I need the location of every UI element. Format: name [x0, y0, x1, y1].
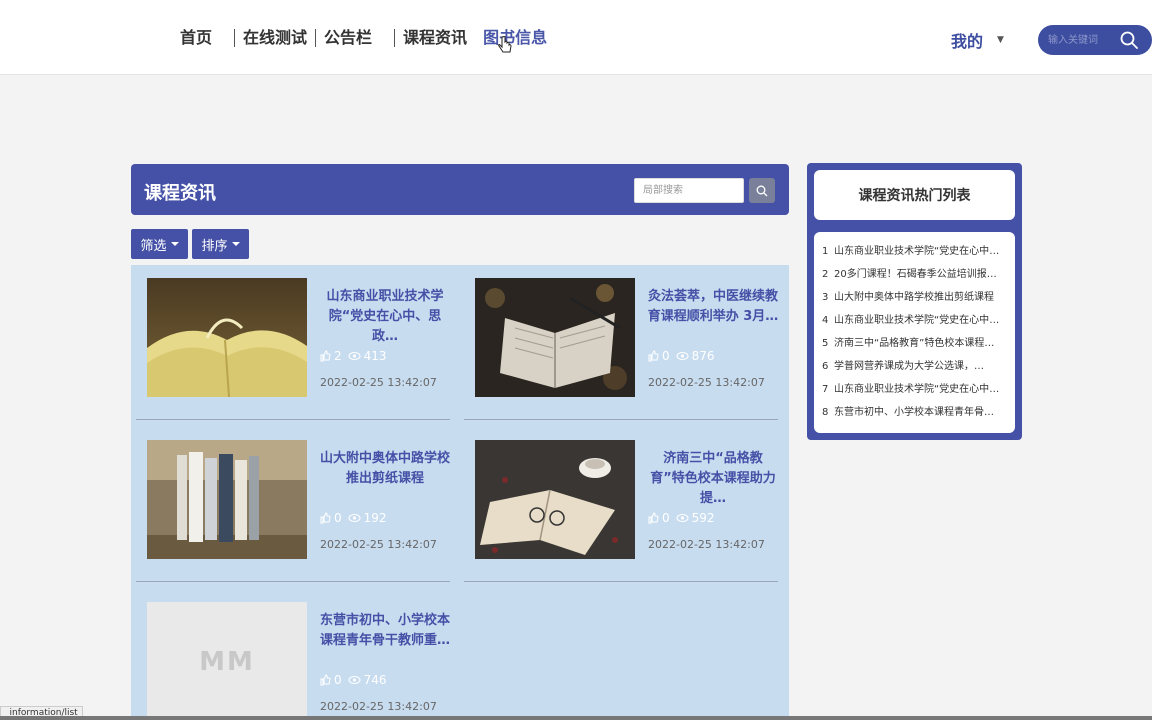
- panel-title: 课程资讯: [144, 183, 216, 204]
- eye-icon: [676, 352, 689, 360]
- hot-list-item[interactable]: 5 济南三中“品格教育”特色校本课程助力提…: [814, 332, 1015, 355]
- news-stats: 0 592: [647, 511, 715, 525]
- nav-home[interactable]: 首页: [172, 28, 220, 48]
- news-title[interactable]: 山大附中奥体中路学校推出剪纸课程: [319, 449, 451, 489]
- hot-item-number: 7: [822, 384, 829, 395]
- user-menu-label: 我的: [951, 32, 984, 51]
- hot-list-item[interactable]: 1 山东商业职业技术学院“党史在心中、思政…: [814, 240, 1015, 263]
- news-stats: 2 413: [319, 349, 387, 363]
- like-icon: [320, 674, 331, 686]
- news-card[interactable]: MM 东营市初中、小学校本课程青年骨干教师重… 0 746 2022-02-25…: [136, 589, 450, 720]
- hot-item-title[interactable]: 20多门课程！石碣春季公益培训报名开始: [834, 263, 1002, 286]
- filter-label: 筛选: [140, 238, 167, 254]
- eye-icon: [348, 514, 361, 522]
- news-list: 山东商业职业技术学院“党史在心中、思政… 2 413 2022-02-25 13…: [131, 265, 789, 720]
- hot-item-title[interactable]: 山东商业职业技术学院“党史在心中、思政…: [834, 240, 1002, 263]
- window-bottom-edge: [0, 716, 1152, 720]
- hot-item-title[interactable]: 学普网营养课成为大学公选课，…: [834, 355, 1002, 378]
- hot-item-title[interactable]: 山大附中奥体中路学校推出剪纸课程: [834, 286, 1002, 309]
- news-title[interactable]: 东营市初中、小学校本课程青年骨干教师重…: [319, 611, 451, 651]
- like-count: 0: [662, 511, 670, 525]
- hot-item-number: 3: [822, 292, 829, 303]
- search-icon[interactable]: [1120, 31, 1138, 49]
- news-date: 2022-02-25 13:42:07: [648, 538, 765, 551]
- news-date: 2022-02-25 13:42:07: [648, 376, 765, 389]
- search-icon: [756, 185, 768, 196]
- news-card[interactable]: 济南三中“品格教育”特色校本课程助力提… 0 592 2022-02-25 13…: [464, 427, 778, 582]
- hot-list-item[interactable]: 8 东营市初中、小学校本课程青年骨干教师重…: [814, 401, 1015, 424]
- hand-cursor-icon: [498, 36, 512, 53]
- like-icon: [648, 350, 659, 362]
- hot-list-item[interactable]: 6 学普网营养课成为大学公选课，…: [814, 355, 1015, 378]
- user-menu[interactable]: 我的 ▼: [951, 28, 1004, 52]
- hot-list-title: 课程资讯热门列表: [814, 170, 1015, 220]
- nav-book-info[interactable]: 图书信息: [475, 28, 555, 48]
- hot-item-title[interactable]: 山东商业职业技术学院“党史在心中、思政…: [834, 378, 1002, 401]
- eye-icon: [348, 352, 361, 360]
- news-title[interactable]: 济南三中“品格教育”特色校本课程助力提…: [647, 449, 779, 509]
- news-stats: 0 876: [647, 349, 715, 363]
- hot-list-item[interactable]: 2 20多门课程！石碣春季公益培训报名开始: [814, 263, 1015, 286]
- hot-item-number: 5: [822, 338, 829, 349]
- hot-item-number: 6: [822, 361, 829, 372]
- top-search: [1038, 25, 1152, 55]
- like-icon: [648, 512, 659, 524]
- caret-down-icon: [170, 242, 179, 246]
- like-icon: [320, 512, 331, 524]
- news-title[interactable]: 山东商业职业技术学院“党史在心中、思政…: [319, 287, 451, 347]
- local-search-button[interactable]: [749, 178, 775, 203]
- news-date: 2022-02-25 13:42:07: [320, 700, 437, 713]
- hot-item-number: 8: [822, 407, 829, 418]
- news-thumbnail[interactable]: [147, 440, 307, 559]
- news-thumbnail-placeholder[interactable]: MM: [147, 602, 307, 720]
- hot-item-title[interactable]: 山东商业职业技术学院“党史在心中、思政…: [834, 309, 1002, 332]
- like-count: 0: [662, 349, 670, 363]
- hot-item-number: 1: [822, 246, 829, 257]
- view-count: 876: [691, 349, 715, 363]
- hot-list-item[interactable]: 7 山东商业职业技术学院“党史在心中、思政…: [814, 378, 1015, 401]
- view-count: 746: [363, 673, 387, 687]
- filter-button[interactable]: 筛选: [131, 229, 188, 259]
- like-count: 2: [334, 349, 342, 363]
- caret-down-icon: [231, 242, 240, 246]
- sort-button[interactable]: 排序: [192, 229, 249, 259]
- news-card[interactable]: 山东商业职业技术学院“党史在心中、思政… 2 413 2022-02-25 13…: [136, 265, 450, 420]
- news-stats: 0 746: [319, 673, 387, 687]
- hot-item-title[interactable]: 济南三中“品格教育”特色校本课程助力提…: [834, 332, 1002, 355]
- news-date: 2022-02-25 13:42:07: [320, 538, 437, 551]
- local-search-input[interactable]: [634, 178, 744, 203]
- nav-course-news[interactable]: 课程资讯: [395, 28, 475, 48]
- news-thumbnail[interactable]: [475, 440, 635, 559]
- news-stats: 0 192: [319, 511, 387, 525]
- hot-list-item[interactable]: 4 山东商业职业技术学院“党史在心中、思政…: [814, 309, 1015, 332]
- news-thumbnail[interactable]: [475, 278, 635, 397]
- nav-bulletin[interactable]: 公告栏: [316, 28, 380, 48]
- news-card[interactable]: 山大附中奥体中路学校推出剪纸课程 0 192 2022-02-25 13:42:…: [136, 427, 450, 582]
- hot-list-item[interactable]: 3 山大附中奥体中路学校推出剪纸课程: [814, 286, 1015, 309]
- top-navbar: 首页 在线测试 公告栏 课程资讯 图书信息 我的 ▼: [0, 0, 1152, 75]
- news-card[interactable]: 灸法荟萃，中医继续教育课程顺利举办 3月… 0 876 2022-02-25 1…: [464, 265, 778, 420]
- like-icon: [320, 350, 331, 362]
- hot-item-number: 4: [822, 315, 829, 326]
- news-thumbnail[interactable]: [147, 278, 307, 397]
- like-count: 0: [334, 511, 342, 525]
- hot-item-title[interactable]: 东营市初中、小学校本课程青年骨干教师重…: [834, 401, 1002, 424]
- sort-label: 排序: [201, 238, 228, 254]
- view-count: 592: [691, 511, 715, 525]
- top-search-input[interactable]: [1048, 32, 1122, 48]
- caret-down-icon: ▼: [997, 35, 1004, 45]
- view-count: 413: [363, 349, 387, 363]
- news-title[interactable]: 灸法荟萃，中医继续教育课程顺利举办 3月…: [647, 287, 779, 327]
- hot-item-number: 2: [822, 269, 829, 280]
- like-count: 0: [334, 673, 342, 687]
- eye-icon: [676, 514, 689, 522]
- nav-online-test[interactable]: 在线测试: [235, 28, 315, 48]
- view-count: 192: [363, 511, 387, 525]
- news-panel-header: 课程资讯: [131, 164, 789, 215]
- eye-icon: [348, 676, 361, 684]
- hot-list-panel: 课程资讯热门列表 1 山东商业职业技术学院“党史在心中、思政… 2 20多门课程！石…: [807, 163, 1022, 440]
- news-date: 2022-02-25 13:42:07: [320, 376, 437, 389]
- hot-list: 1 山东商业职业技术学院“党史在心中、思政… 2 20多门课程！石碣春季公益培训报名…: [814, 232, 1015, 433]
